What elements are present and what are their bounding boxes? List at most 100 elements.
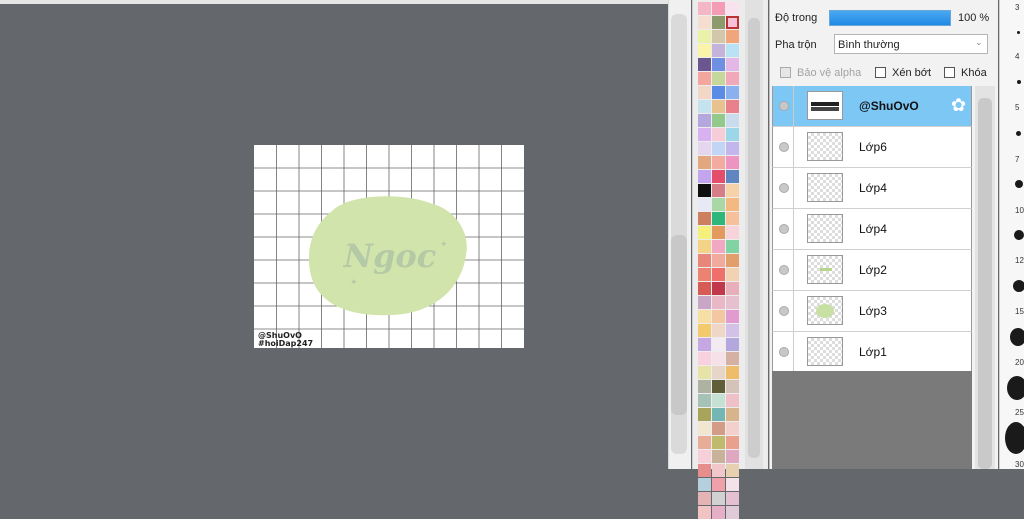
color-swatch[interactable] [712, 58, 725, 71]
palette-scroll-thumb[interactable] [748, 18, 760, 458]
layer-row[interactable]: @ShuOvO ✿ [772, 86, 972, 127]
brush-size-dot[interactable] [1007, 376, 1024, 400]
color-swatch[interactable] [726, 156, 739, 169]
brush-size-dot[interactable] [1014, 230, 1024, 240]
color-swatch[interactable] [698, 212, 711, 225]
visibility-toggle-icon[interactable] [779, 101, 789, 111]
color-swatch[interactable] [712, 212, 725, 225]
color-swatch[interactable] [712, 394, 725, 407]
color-swatch[interactable] [726, 2, 739, 15]
color-swatch[interactable] [698, 380, 711, 393]
color-swatch[interactable] [712, 506, 725, 519]
color-swatch[interactable] [698, 422, 711, 435]
layer-scroll-thumb[interactable] [978, 98, 992, 469]
gear-icon[interactable]: ✿ [951, 96, 966, 114]
color-swatch[interactable] [698, 352, 711, 365]
color-swatch[interactable] [698, 408, 711, 421]
visibility-toggle-icon[interactable] [779, 224, 789, 234]
layer-row[interactable]: Lớp4 [772, 209, 972, 250]
color-swatch[interactable] [726, 170, 739, 183]
color-swatch[interactable] [726, 310, 739, 323]
color-swatch[interactable] [726, 338, 739, 351]
color-swatch[interactable] [712, 142, 725, 155]
color-swatch[interactable] [712, 254, 725, 267]
color-swatch[interactable] [712, 240, 725, 253]
color-swatch[interactable] [726, 506, 739, 519]
color-swatch[interactable] [698, 114, 711, 127]
color-swatch[interactable] [726, 436, 739, 449]
color-swatch[interactable] [698, 436, 711, 449]
layer-row[interactable]: Lớp4 [772, 168, 972, 209]
layer-row[interactable]: Lớp1 [772, 332, 972, 373]
color-swatch[interactable] [698, 58, 711, 71]
color-swatch[interactable] [726, 30, 739, 43]
color-swatch[interactable] [726, 408, 739, 421]
color-swatch[interactable] [726, 16, 739, 29]
color-swatch[interactable] [698, 2, 711, 15]
color-swatch[interactable] [726, 184, 739, 197]
color-swatch[interactable] [726, 142, 739, 155]
color-swatch[interactable] [712, 156, 725, 169]
color-swatch[interactable] [726, 380, 739, 393]
color-swatch[interactable] [712, 282, 725, 295]
color-swatch[interactable] [726, 268, 739, 281]
color-swatch[interactable] [712, 310, 725, 323]
layer-row[interactable]: Lớp3 [772, 291, 972, 332]
color-swatch[interactable] [698, 338, 711, 351]
color-swatch[interactable] [726, 492, 739, 505]
color-swatch[interactable] [712, 30, 725, 43]
color-swatch[interactable] [712, 100, 725, 113]
color-swatch[interactable] [698, 282, 711, 295]
canvas-scroll-thumb[interactable] [671, 235, 687, 415]
color-swatch[interactable] [726, 464, 739, 477]
color-swatch[interactable] [726, 366, 739, 379]
color-swatch[interactable] [698, 268, 711, 281]
color-swatch[interactable] [698, 296, 711, 309]
color-swatch[interactable] [712, 44, 725, 57]
color-swatch[interactable] [712, 492, 725, 505]
blend-mode-select[interactable]: Bình thường ⌄ [834, 34, 988, 54]
color-swatch[interactable] [726, 44, 739, 57]
color-swatch[interactable] [712, 338, 725, 351]
color-swatch[interactable] [726, 212, 739, 225]
color-swatch[interactable] [712, 114, 725, 127]
color-swatch[interactable] [712, 366, 725, 379]
color-swatch[interactable] [698, 142, 711, 155]
color-swatch[interactable] [712, 352, 725, 365]
color-swatch[interactable] [698, 310, 711, 323]
brush-size-dot[interactable] [1005, 422, 1024, 454]
color-swatch[interactable] [712, 464, 725, 477]
color-swatch[interactable] [698, 156, 711, 169]
color-swatch[interactable] [698, 240, 711, 253]
color-swatch[interactable] [726, 100, 739, 113]
color-swatch[interactable] [698, 450, 711, 463]
color-swatch[interactable] [698, 184, 711, 197]
color-swatch[interactable] [726, 226, 739, 239]
visibility-toggle-icon[interactable] [779, 306, 789, 316]
drawing-canvas[interactable]: Ngoc ✦ ✦ @ShuOvO #hoiDap247 [254, 145, 524, 348]
color-swatch[interactable] [698, 44, 711, 57]
brush-size-dot[interactable] [1010, 328, 1024, 346]
color-swatch[interactable] [712, 478, 725, 491]
brush-size-dot[interactable] [1016, 131, 1021, 136]
color-swatch[interactable] [726, 450, 739, 463]
visibility-toggle-icon[interactable] [779, 142, 789, 152]
color-swatch[interactable] [712, 128, 725, 141]
color-swatch[interactable] [698, 254, 711, 267]
color-swatch[interactable] [712, 86, 725, 99]
color-swatch[interactable] [698, 30, 711, 43]
color-swatch[interactable] [712, 198, 725, 211]
color-swatch[interactable] [698, 492, 711, 505]
color-swatch[interactable] [726, 478, 739, 491]
color-swatch[interactable] [712, 268, 725, 281]
color-swatch[interactable] [726, 198, 739, 211]
clip-checkbox[interactable] [875, 67, 886, 78]
color-swatch[interactable] [698, 72, 711, 85]
protect-alpha-checkbox[interactable] [780, 67, 791, 78]
color-swatch[interactable] [712, 422, 725, 435]
color-swatch[interactable] [726, 324, 739, 337]
layer-row[interactable]: Lớp6 [772, 127, 972, 168]
color-swatch[interactable] [712, 2, 725, 15]
color-swatch[interactable] [726, 114, 739, 127]
color-swatch[interactable] [712, 380, 725, 393]
